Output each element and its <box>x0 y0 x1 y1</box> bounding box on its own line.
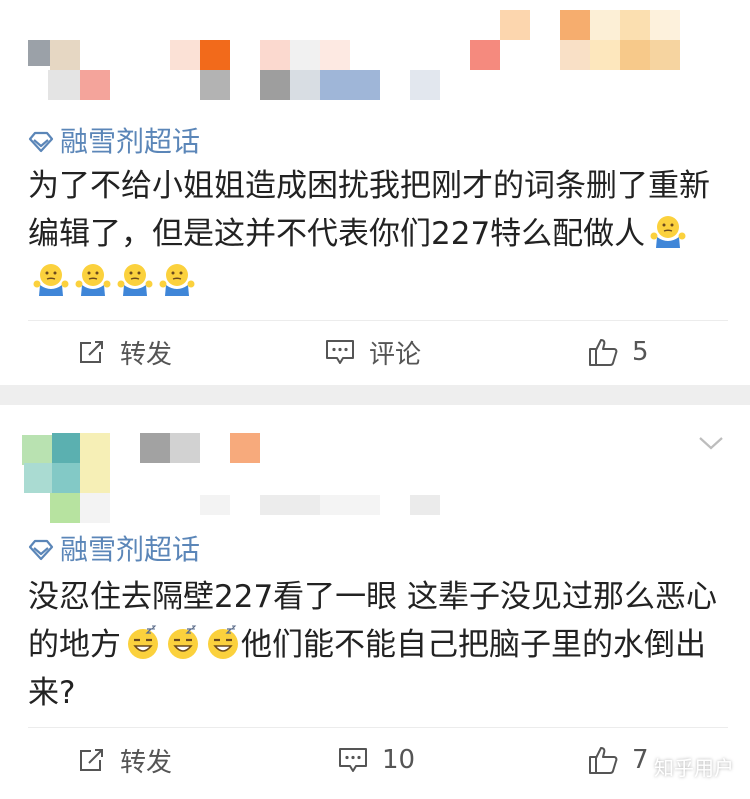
diamond-icon <box>28 539 54 561</box>
super-topic-tag[interactable]: 融雪剂超话 <box>28 532 200 568</box>
comment-label: 评论 <box>369 339 422 370</box>
post-card-2: 融雪剂超话 没忍住去隔壁227看了一眼 这辈子没见过那么恶心的地方 他们能不能自己… <box>0 405 750 799</box>
repost-button[interactable]: 转发 <box>78 334 172 370</box>
sleepy-grin-emoji <box>205 625 241 661</box>
super-topic-label: 融雪剂超话 <box>60 125 201 158</box>
like-button[interactable]: 7 <box>588 742 649 778</box>
divider <box>28 320 728 321</box>
post-body: 为了不给小姐姐造成困扰我把刚才的词条删了重新编辑了，但是这并不代表你们227特么… <box>28 162 728 306</box>
shrug-emoji <box>116 262 154 298</box>
post-text: 为了不给小姐姐造成困扰我把刚才的词条删了重新编辑了，但是这并不代表你们227特么… <box>28 168 710 252</box>
thumbs-up-icon <box>588 337 618 367</box>
super-topic-tag[interactable]: 融雪剂超话 <box>28 124 200 160</box>
repost-button[interactable]: 转发 <box>78 742 172 778</box>
blurred-user-header <box>0 405 750 530</box>
thumbs-up-icon <box>588 745 618 775</box>
like-count: 5 <box>632 337 649 367</box>
like-button[interactable]: 5 <box>588 334 649 370</box>
shrug-emoji <box>158 262 196 298</box>
repost-icon <box>78 338 106 366</box>
emoji-group <box>121 625 241 663</box>
repost-label: 转发 <box>120 339 173 370</box>
repost-label: 转发 <box>120 747 173 778</box>
shrug-emoji <box>649 214 687 250</box>
repost-icon <box>78 746 106 774</box>
shrug-emoji <box>32 262 70 298</box>
blurred-user-header <box>0 0 750 100</box>
super-topic-label: 融雪剂超话 <box>60 533 201 566</box>
comment-button[interactable]: 评论 <box>325 334 421 370</box>
sleepy-grin-emoji <box>165 625 201 661</box>
chevron-down-icon[interactable] <box>698 435 724 455</box>
like-count: 7 <box>632 745 649 775</box>
comment-count: 10 <box>382 745 416 775</box>
shrug-emoji <box>74 262 112 298</box>
watermark: 知乎用户 <box>654 756 734 780</box>
diamond-icon <box>28 131 54 153</box>
comment-icon <box>338 746 368 774</box>
post-card-1: 融雪剂超话 为了不给小姐姐造成困扰我把刚才的词条删了重新编辑了，但是这并不代表你… <box>0 0 750 385</box>
comment-button[interactable]: 10 <box>338 742 415 778</box>
comment-icon <box>325 338 355 366</box>
sleepy-grin-emoji <box>125 625 161 661</box>
post-body: 没忍住去隔壁227看了一眼 这辈子没见过那么恶心的地方 他们能不能自己把脑子里的水… <box>28 573 728 717</box>
divider <box>28 727 728 728</box>
